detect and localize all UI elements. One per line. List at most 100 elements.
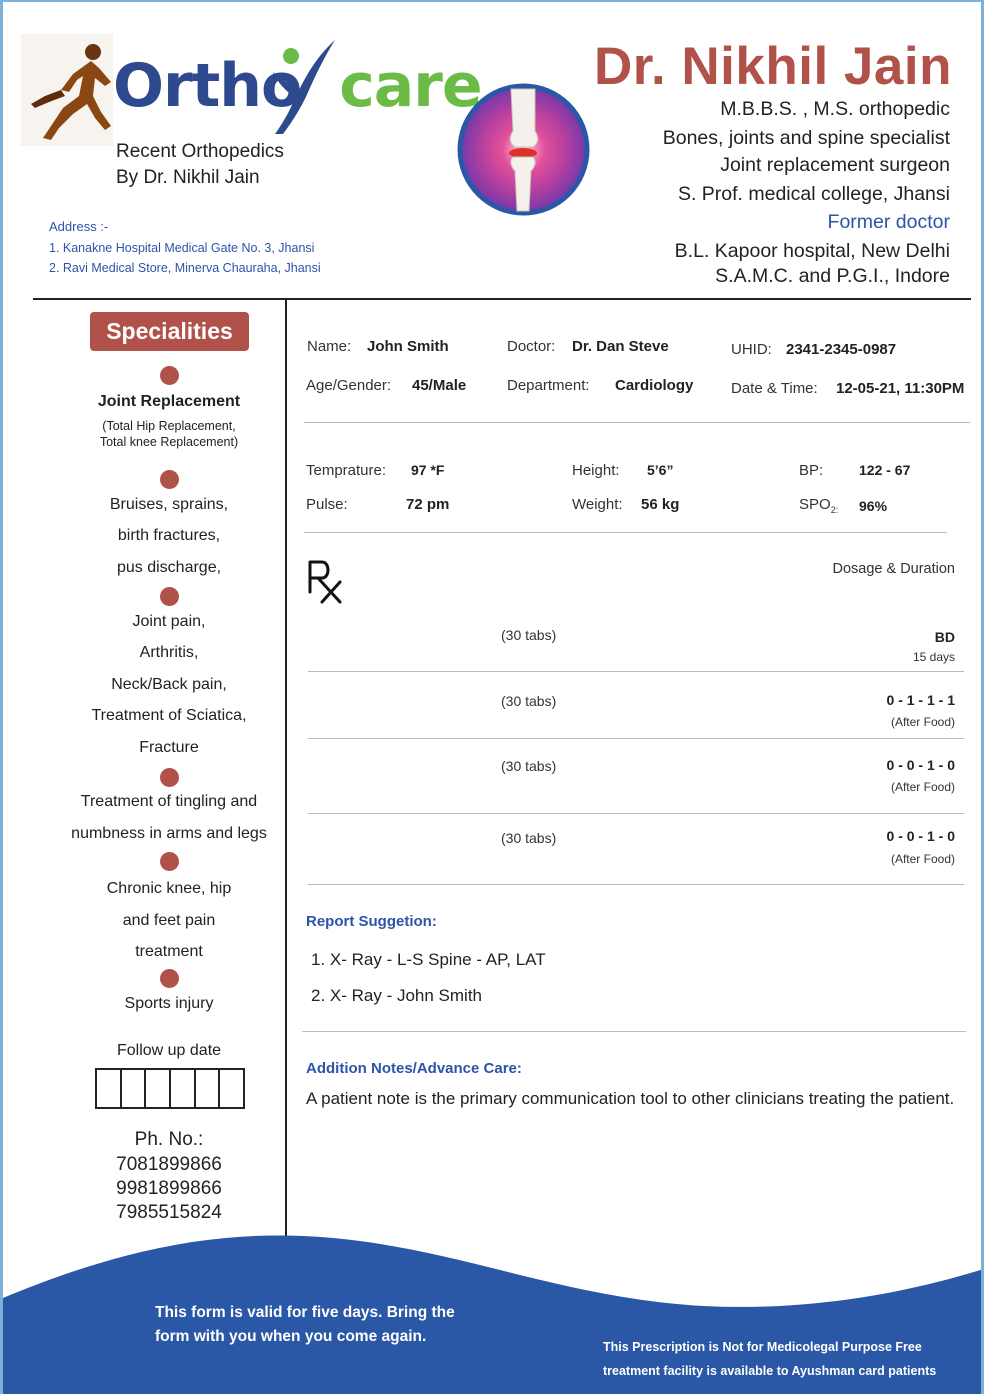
uhid-label: UHID: <box>731 341 772 358</box>
speciality-item: Bruises, sprains, <box>109 496 229 513</box>
former-doctor-label: Former doctor <box>827 211 950 233</box>
bullet-dot <box>160 852 179 871</box>
divider <box>308 738 964 739</box>
doctor-credential-4: S. Prof. medical college, Jhansi <box>677 183 950 205</box>
phone-number: 9981899866 <box>116 1178 222 1199</box>
tagline-line-1: Recent Orthopedics <box>116 141 284 162</box>
prescription-page: Ortho care Recent Orthopedics By Dr. Nikh… <box>0 0 984 1394</box>
speciality-item: Neck/Back pain, <box>111 676 227 693</box>
date-time-value: 12-05-21, 11:30PM <box>836 380 965 397</box>
phone-label: Ph. No.: <box>134 1129 204 1150</box>
speciality-item: numbness in arms and legs <box>71 825 267 842</box>
doctor-value: Dr. Dan Steve <box>572 338 669 355</box>
weight-label: Weight: <box>572 496 623 513</box>
joint-replacement-title: Joint Replacement <box>97 393 241 410</box>
weight-value: 56 kg <box>641 496 680 513</box>
tagline: Recent Orthopedics By Dr. Nikhil Jain <box>116 139 284 191</box>
speciality-item: Sports injury <box>124 995 214 1012</box>
date-digit-box[interactable] <box>146 1070 172 1107</box>
spo2-label-subscript: 2: <box>830 505 839 515</box>
spo2-value: 96% <box>859 498 888 514</box>
follow-up-date-field[interactable] <box>95 1068 245 1109</box>
tagline-line-2: By Dr. Nikhil Jain <box>116 167 260 188</box>
speciality-item: Joint pain, <box>132 613 206 630</box>
address-line-2: 2. Ravi Medical Store, Minerva Chauraha,… <box>49 261 321 275</box>
rx-dose: 0 - 1 - 1 - 1 <box>886 692 955 708</box>
height-label: Height: <box>572 462 620 479</box>
speciality-item: Fracture <box>139 739 199 756</box>
rx-dose: BD <box>934 629 955 645</box>
doctor-name: Dr. Nikhil Jain <box>593 37 952 96</box>
speciality-item: and feet pain <box>122 912 216 929</box>
patient-name-value: John Smith <box>367 338 449 355</box>
rx-quantity: (30 tabs) <box>501 830 557 846</box>
speciality-item: pus discharge, <box>116 559 222 576</box>
divider <box>302 1031 966 1032</box>
date-digit-box[interactable] <box>122 1070 147 1107</box>
doctor-label: Doctor: <box>507 338 556 355</box>
rx-dose: 0 - 0 - 1 - 0 <box>886 757 955 773</box>
rx-quantity: (30 tabs) <box>501 693 557 709</box>
date-digit-box[interactable] <box>196 1070 221 1107</box>
joint-replacement-sub-2: Total knee Replacement) <box>99 435 239 449</box>
footer-right-line-1: This Prescription is Not for Medicolegal… <box>603 1340 922 1354</box>
uhid-value: 2341-2345-0987 <box>786 341 897 358</box>
knee-joint-icon <box>457 83 590 216</box>
height-value: 5’6” <box>647 462 674 478</box>
spo2-label: SPO2: <box>799 496 838 515</box>
date-digit-box[interactable] <box>97 1070 122 1107</box>
date-digit-box[interactable] <box>171 1070 196 1107</box>
pulse-label: Pulse: <box>306 496 348 513</box>
rx-dose-note: (After Food) <box>890 715 955 729</box>
former-hospital-2: S.A.M.C. and P.G.I., Indore <box>715 265 950 287</box>
rx-dose-note: (After Food) <box>890 852 955 866</box>
footer-left-line-1: This form is valid for five days. Bring … <box>155 1304 455 1321</box>
footer-validity-note: This form is valid for five days. Bring … <box>155 1301 455 1349</box>
divider <box>308 884 964 885</box>
address-line-1: 1. Kanakne Hospital Medical Gate No. 3, … <box>49 241 315 255</box>
rx-dose: 0 - 0 - 1 - 0 <box>886 828 955 844</box>
phone-number: 7081899866 <box>116 1154 222 1175</box>
footer-left-line-2: form with you when you come again. <box>155 1328 427 1345</box>
divider <box>308 671 964 672</box>
logo-figure-icon <box>273 40 335 134</box>
speciality-item: treatment <box>135 943 203 960</box>
former-hospital-1: B.L. Kapoor hospital, New Delhi <box>674 240 950 262</box>
bp-value: 122 - 67 <box>859 462 911 478</box>
bullet-dot <box>160 587 179 606</box>
specialities-title: Specialities <box>90 312 249 351</box>
bullet-dot <box>160 366 179 385</box>
report-suggestion-title: Report Suggetion: <box>306 913 437 930</box>
phone-number: 7985515824 <box>116 1202 222 1223</box>
address-label: Address :- <box>49 219 109 234</box>
speciality-item: birth fractures, <box>117 527 221 544</box>
age-gender-value: 45/Male <box>412 377 467 394</box>
temperature-label: Temprature: <box>306 462 387 479</box>
report-item: 1. X- Ray - L-S Spine - AP, LAT <box>311 950 546 969</box>
follow-up-label: Follow up date <box>116 1042 222 1059</box>
speciality-item: Treatment of tingling and <box>80 793 258 810</box>
bullet-dot <box>160 768 179 787</box>
divider <box>304 532 947 533</box>
department-value: Cardiology <box>615 377 694 394</box>
speciality-item: Treatment of Sciatica, <box>91 707 247 724</box>
report-item: 2. X- Ray - John Smith <box>311 986 483 1005</box>
divider <box>304 422 970 423</box>
date-time-label: Date & Time: <box>731 380 818 397</box>
bp-label: BP: <box>799 462 824 479</box>
footer-right-line-2: treatment facility is available to Ayush… <box>603 1364 937 1378</box>
divider <box>308 813 964 814</box>
pulse-value: 72 pm <box>406 496 450 513</box>
header-divider <box>33 298 971 300</box>
date-digit-box[interactable] <box>220 1070 243 1107</box>
bullet-dot <box>160 470 179 489</box>
additional-notes-text: A patient note is the primary communicat… <box>306 1089 955 1108</box>
rx-dose-note: 15 days <box>912 650 955 664</box>
dosage-duration-header: Dosage & Duration <box>832 561 955 577</box>
patient-name-label: Name: <box>307 338 352 355</box>
department-label: Department: <box>507 377 590 394</box>
joint-replacement-sub-1: (Total Hip Replacement, <box>102 419 236 433</box>
rx-quantity: (30 tabs) <box>501 758 557 774</box>
rx-quantity: (30 tabs) <box>501 627 557 643</box>
speciality-item: Arthritis, <box>139 644 199 661</box>
